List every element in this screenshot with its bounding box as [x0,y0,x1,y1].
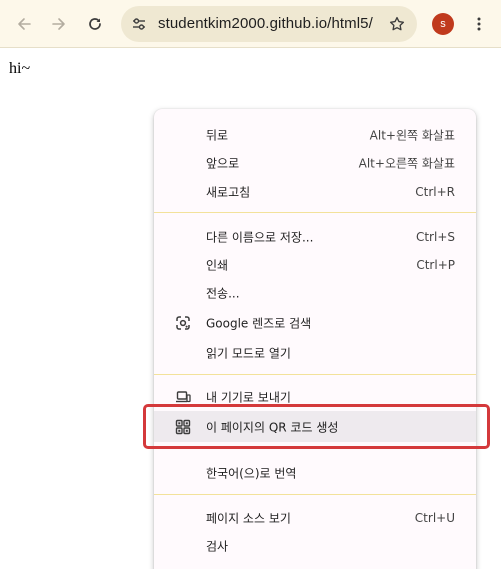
reload-button[interactable] [79,8,111,40]
menu-item-reading-mode[interactable]: 읽기 모드로 열기 [154,339,476,367]
back-button[interactable] [8,8,40,40]
menu-item-label: 인쇄 [206,258,229,273]
address-bar[interactable]: studentkim2000.github.io/html5/ [121,6,417,42]
menu-item-label: 이 페이지의 QR 코드 생성 [206,420,339,434]
menu-item-shortcut: Alt+왼쪽 화살표 [369,128,455,143]
menu-separator [154,494,476,495]
kebab-menu-icon [477,17,481,31]
menu-separator [154,374,476,375]
url-text[interactable]: studentkim2000.github.io/html5/ [158,15,373,32]
menu-item-back[interactable]: 뒤로 Alt+왼쪽 화살표 [154,121,476,149]
menu-item-label: 새로고침 [206,185,251,200]
menu-item-label: 한국어(으)로 번역 [206,466,297,481]
browser-toolbar: studentkim2000.github.io/html5/ s [0,0,501,48]
menu-item-shortcut: Alt+오른쪽 화살표 [358,156,455,171]
menu-item-shortcut: Ctrl+R [415,185,455,199]
menu-item-shortcut: Ctrl+P [416,258,455,272]
menu-item-forward[interactable]: 앞으로 Alt+오른쪽 화살표 [154,149,476,177]
menu-item-label: 뒤로 [206,128,229,143]
menu-item-label: Google 렌즈로 검색 [206,316,312,331]
menu-item-inspect[interactable]: 검사 [154,532,476,560]
menu-separator [154,212,476,213]
send-to-device-icon [174,388,192,406]
menu-item-label: 다른 이름으로 저장... [206,230,314,245]
forward-button[interactable] [43,8,75,40]
context-menu: 뒤로 Alt+왼쪽 화살표 앞으로 Alt+오른쪽 화살표 새로고침 Ctrl+… [154,109,476,569]
menu-item-label: 앞으로 [206,156,240,171]
menu-item-label: 전송... [206,286,240,301]
menu-item-label: 읽기 모드로 열기 [206,346,291,361]
menu-item-send-to-device[interactable]: 내 기기로 보내기 [154,383,476,411]
menu-item-label: 페이지 소스 보기 [206,511,291,526]
menu-item-shortcut: Ctrl+U [414,511,455,525]
menu-item-save-as[interactable]: 다른 이름으로 저장... Ctrl+S [154,223,476,251]
arrow-right-icon [52,18,65,30]
menu-item-view-source[interactable]: 페이지 소스 보기 Ctrl+U [154,504,476,532]
menu-item-translate[interactable]: 한국어(으)로 번역 [154,459,476,487]
chrome-menu-button[interactable] [463,8,495,40]
google-lens-icon [174,314,192,332]
reload-icon [89,18,101,30]
menu-item-label: 검사 [206,539,229,554]
profile-avatar[interactable]: s [432,13,454,35]
site-info-button[interactable] [125,10,153,38]
qr-code-icon [174,418,192,436]
menu-item-google-lens[interactable]: Google 렌즈로 검색 [154,309,476,337]
menu-item-reload[interactable]: 새로고침 Ctrl+R [154,178,476,206]
page-body-text: hi~ [9,60,31,77]
menu-item-print[interactable]: 인쇄 Ctrl+P [154,251,476,279]
menu-item-qr-code[interactable]: 이 페이지의 QR 코드 생성 [154,411,476,442]
bookmark-button[interactable] [385,12,409,36]
menu-item-label: 내 기기로 보내기 [206,390,291,405]
tune-icon [133,18,145,30]
star-icon [389,16,405,31]
menu-item-cast[interactable]: 전송... [154,279,476,307]
menu-item-shortcut: Ctrl+S [415,230,455,244]
arrow-left-icon [18,18,31,30]
